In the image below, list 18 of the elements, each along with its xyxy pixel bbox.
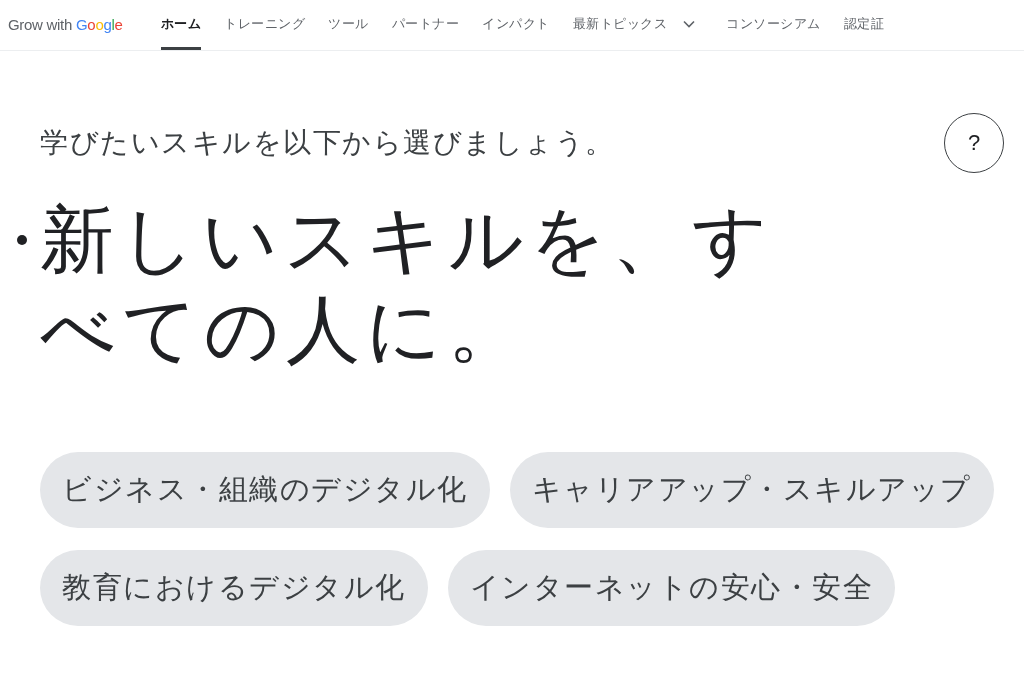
nav-tab[interactable]: パートナー (391, 0, 460, 50)
nav-tab[interactable]: ツール (328, 0, 369, 50)
chevron-down-icon (683, 19, 696, 28)
logo[interactable]: Grow with Google (8, 15, 123, 35)
nav-tab[interactable]: コンソーシアム (726, 0, 821, 50)
prompt-text: 学びたいスキルを以下から選びましょう。 (40, 126, 615, 160)
nav-tab[interactable]: インパクト (482, 0, 550, 50)
topic-chip[interactable]: キャリアアップ・スキルアップ (509, 452, 994, 528)
headline: 新しいスキルを、すべての人に。 (40, 197, 775, 373)
topic-chip[interactable]: 教育におけるデジタル化 (40, 550, 428, 626)
nav-tab[interactable]: 最新トピックス (572, 0, 704, 50)
help-button[interactable]: ? (944, 113, 1004, 173)
nav-tab[interactable]: 認定証 (843, 0, 885, 50)
nav-tab[interactable]: ホーム (160, 0, 202, 50)
nav-tab[interactable]: トレーニング (224, 0, 306, 50)
topic-chip[interactable]: ビジネス・組織のデジタル化 (40, 452, 490, 528)
dot-icon (17, 235, 27, 245)
topic-chip[interactable]: インターネットの安心・安全 (447, 550, 895, 626)
